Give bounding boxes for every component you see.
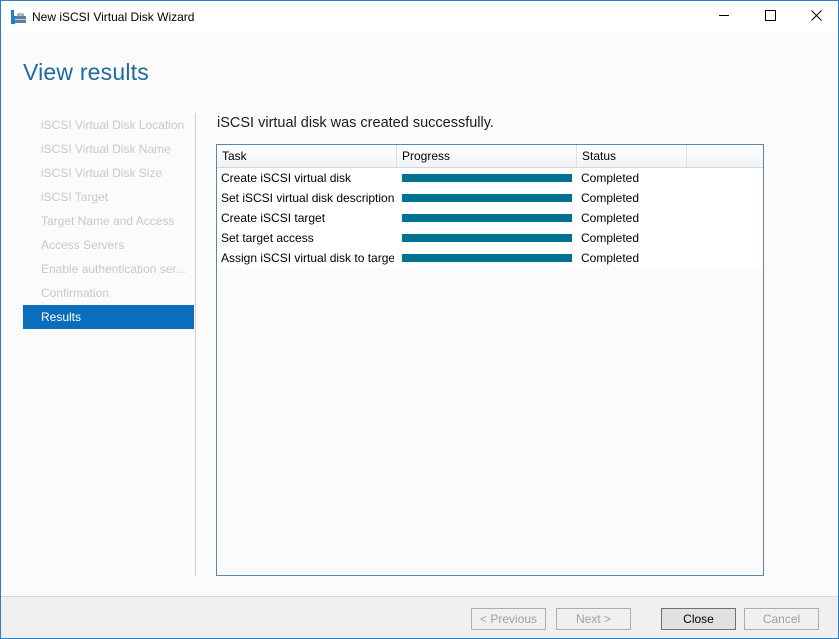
step-enable-authentication: Enable authentication ser... — [41, 262, 186, 276]
next-button[interactable]: Next > — [556, 608, 631, 630]
progress-bar — [402, 194, 572, 202]
progress-bar-fill — [402, 254, 572, 262]
status-cell: Completed — [581, 211, 640, 225]
maximize-button[interactable] — [747, 1, 793, 32]
wizard-footer: < Previous Next > Close Cancel — [1, 596, 838, 638]
step-results[interactable]: Results — [23, 305, 194, 329]
task-cell: Create iSCSI target — [221, 211, 326, 225]
table-row[interactable]: Create iSCSI target Completed — [217, 208, 763, 228]
step-confirmation: Confirmation — [41, 286, 110, 300]
results-table[interactable]: Task Progress Status Create iSCSI virtua… — [216, 144, 764, 576]
table-row[interactable]: Assign iSCSI virtual disk to target Comp… — [217, 248, 763, 268]
progress-bar-fill — [402, 234, 572, 242]
progress-cell — [402, 168, 572, 188]
table-row[interactable]: Create iSCSI virtual disk Completed — [217, 168, 763, 188]
status-cell: Completed — [581, 251, 640, 265]
task-cell: Create iSCSI virtual disk — [221, 171, 352, 185]
minimize-button[interactable] — [701, 1, 747, 32]
step-target-name-access: Target Name and Access — [41, 214, 175, 228]
window-title: New iSCSI Virtual Disk Wizard — [32, 10, 195, 24]
column-header-filler — [687, 145, 763, 167]
task-cell: Set target access — [221, 231, 314, 245]
status-cell: Completed — [581, 191, 640, 205]
progress-bar — [402, 254, 572, 262]
task-cell: Assign iSCSI virtual disk to target — [221, 251, 394, 265]
progress-bar-fill — [402, 174, 572, 182]
step-virtual-disk-size: iSCSI Virtual Disk Size — [41, 166, 163, 180]
status-cell: Completed — [581, 171, 640, 185]
progress-cell — [402, 208, 572, 228]
minimize-icon — [718, 10, 730, 24]
progress-bar — [402, 214, 572, 222]
table-header: Task Progress Status — [217, 145, 763, 168]
progress-bar-fill — [402, 214, 572, 222]
table-row[interactable]: Set target access Completed — [217, 228, 763, 248]
result-message: iSCSI virtual disk was created successfu… — [217, 115, 494, 131]
sidebar-divider — [195, 113, 196, 576]
column-header-progress[interactable]: Progress — [397, 145, 577, 167]
step-iscsi-target: iSCSI Target — [41, 190, 109, 204]
table-body: Create iSCSI virtual disk Completed Set … — [217, 168, 763, 268]
progress-bar — [402, 174, 572, 182]
step-virtual-disk-name: iSCSI Virtual Disk Name — [41, 142, 171, 156]
step-virtual-disk-location: iSCSI Virtual Disk Location — [41, 118, 185, 132]
window-close-button[interactable] — [793, 1, 839, 32]
close-button[interactable]: Close — [661, 608, 736, 630]
task-cell: Set iSCSI virtual disk description — [221, 191, 394, 205]
progress-bar-fill — [402, 194, 572, 202]
progress-bar — [402, 234, 572, 242]
wizard-app-icon — [11, 10, 27, 24]
progress-cell — [402, 248, 572, 268]
previous-button[interactable]: < Previous — [471, 608, 546, 630]
close-icon — [810, 9, 822, 24]
status-cell: Completed — [581, 231, 640, 245]
maximize-icon — [764, 9, 776, 24]
step-access-servers: Access Servers — [41, 238, 125, 252]
wizard-steps-nav: iSCSI Virtual Disk Location iSCSI Virtua… — [23, 113, 194, 329]
cancel-button[interactable]: Cancel — [744, 608, 819, 630]
progress-cell — [402, 188, 572, 208]
progress-cell — [402, 228, 572, 248]
column-header-task[interactable]: Task — [217, 145, 397, 167]
table-row[interactable]: Set iSCSI virtual disk description Compl… — [217, 188, 763, 208]
column-header-status[interactable]: Status — [577, 145, 687, 167]
wizard-window: New iSCSI Virtual Disk Wizard View resul… — [0, 0, 839, 639]
title-bar[interactable]: New iSCSI Virtual Disk Wizard — [1, 1, 838, 32]
page-title: View results — [23, 59, 149, 85]
